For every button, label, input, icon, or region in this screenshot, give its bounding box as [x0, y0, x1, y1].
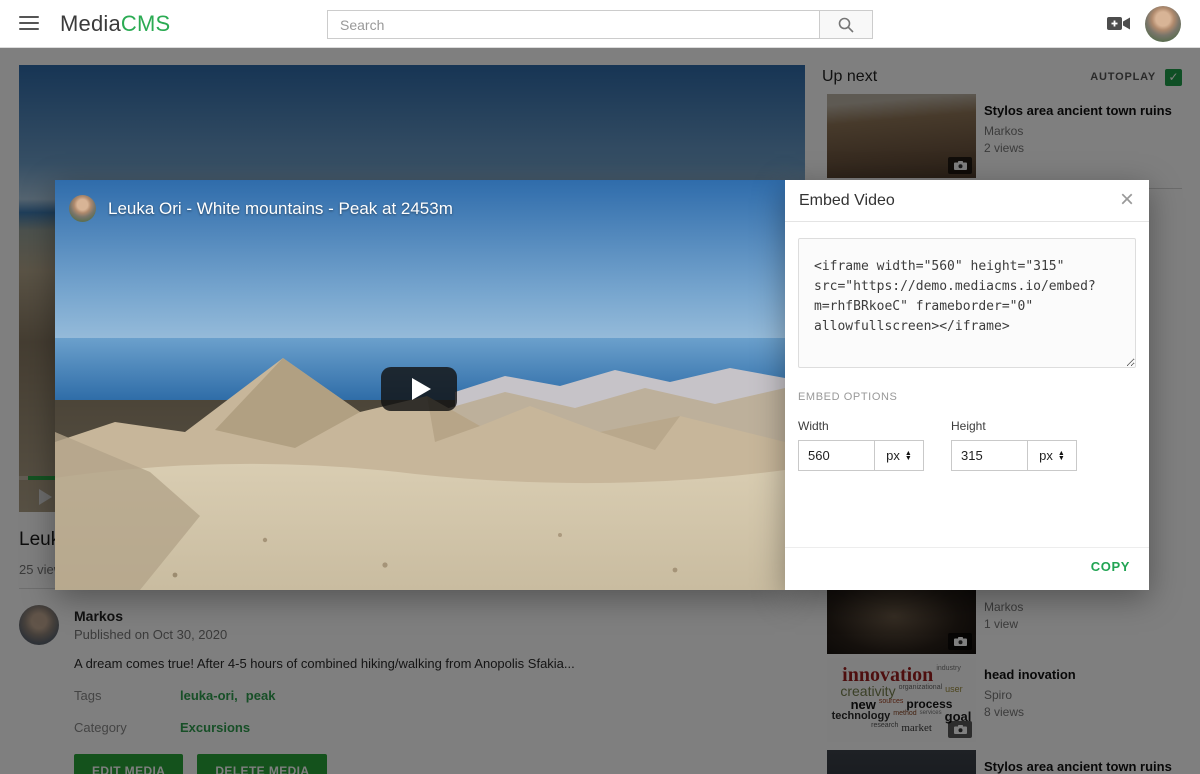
width-unit-select[interactable]: px ▲▼ — [874, 440, 924, 471]
logo[interactable]: MediaCMS — [60, 11, 170, 37]
search-input[interactable] — [327, 10, 819, 39]
height-unit-select[interactable]: px ▲▼ — [1027, 440, 1077, 471]
close-icon[interactable]: × — [1120, 186, 1134, 214]
unit-label: px — [1039, 448, 1053, 463]
top-bar: MediaCMS — [0, 0, 1200, 48]
search-button[interactable] — [819, 10, 873, 39]
search-bar — [327, 10, 873, 39]
preview-video-title: Leuka Ori - White mountains - Peak at 24… — [108, 199, 453, 219]
height-input[interactable] — [951, 440, 1027, 471]
menu-icon[interactable] — [19, 15, 39, 32]
logo-cms: CMS — [121, 11, 171, 36]
embed-code-textarea[interactable]: <iframe width="560" height="315" src="ht… — [798, 238, 1136, 368]
play-button[interactable] — [381, 367, 457, 411]
embed-preview-player[interactable]: Leuka Ori - White mountains - Peak at 24… — [55, 180, 785, 590]
spinner-icon: ▲▼ — [1058, 451, 1065, 461]
modal-title: Embed Video — [799, 192, 895, 210]
width-input[interactable] — [798, 440, 874, 471]
width-field-group: px ▲▼ — [798, 440, 924, 471]
preview-author-avatar — [69, 195, 96, 222]
play-icon — [412, 378, 431, 400]
copy-button[interactable]: COPY — [1091, 559, 1130, 574]
upload-video-icon — [1106, 13, 1132, 35]
upload-media-button[interactable] — [1106, 13, 1132, 35]
preview-title-bar: Leuka Ori - White mountains - Peak at 24… — [69, 195, 453, 222]
modal-footer: COPY — [785, 547, 1149, 590]
search-icon — [837, 16, 855, 34]
unit-label: px — [886, 448, 900, 463]
width-label: Width — [798, 419, 829, 433]
logo-media: Media — [60, 11, 121, 36]
embed-options-heading: EMBED OPTIONS — [798, 391, 897, 403]
height-label: Height — [951, 419, 986, 433]
user-avatar[interactable] — [1145, 6, 1181, 42]
embed-video-modal: Embed Video × <iframe width="560" height… — [785, 180, 1149, 590]
height-field-group: px ▲▼ — [951, 440, 1077, 471]
spinner-icon: ▲▼ — [905, 451, 912, 461]
page: MediaCMS Leuka Ori - Wh — [0, 0, 1200, 774]
modal-header: Embed Video × — [785, 180, 1149, 222]
